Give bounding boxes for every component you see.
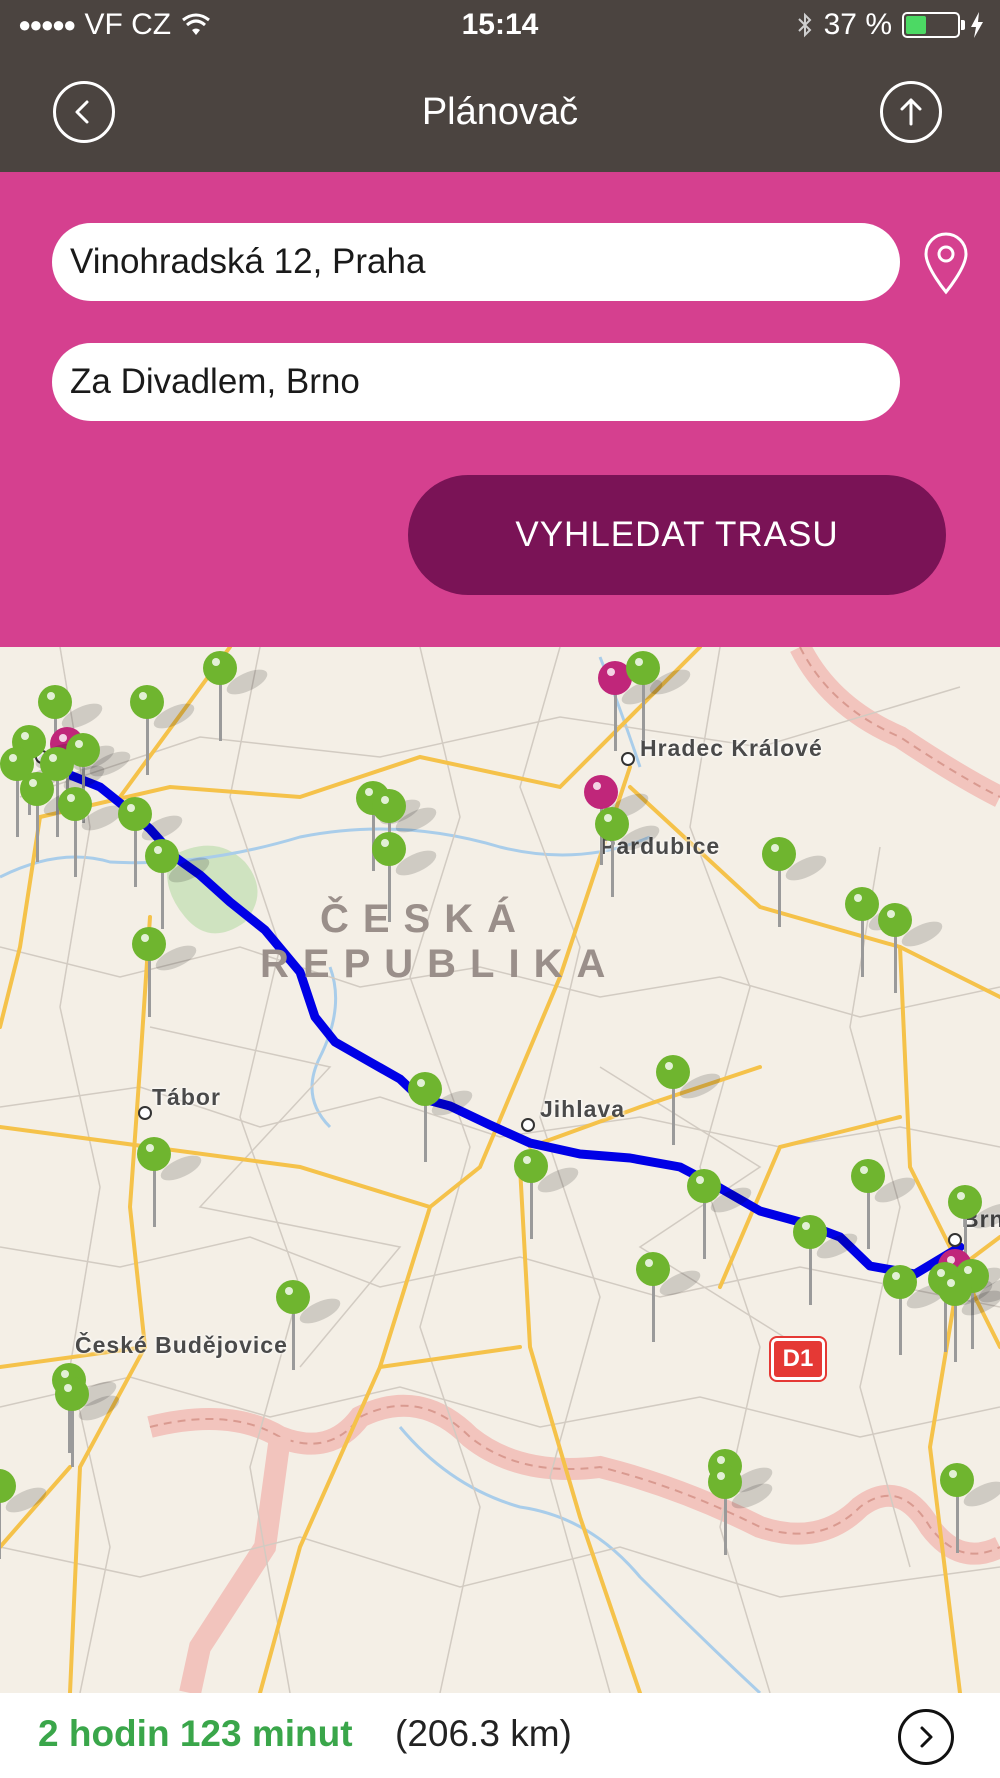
battery-icon [902, 12, 965, 38]
map-pin[interactable] [203, 651, 271, 741]
map-pin[interactable] [762, 837, 830, 927]
map-pin[interactable] [883, 1265, 951, 1355]
destination-input[interactable]: Za Divadlem, Brno [52, 343, 900, 421]
city-label-hradec: Hradec Králové [640, 735, 823, 761]
highway-badge: D1 [771, 1338, 825, 1380]
route-duration: 2 hodin 123 minut [38, 1713, 353, 1754]
city-label-tabor: Tábor [152, 1084, 221, 1110]
charging-icon [971, 12, 983, 38]
route-distance: (206.3 km) [395, 1713, 572, 1754]
map-pin[interactable] [687, 1169, 755, 1259]
map-pin[interactable] [878, 903, 946, 993]
route-summary: 2 hodin 123 minut (206.3 km) [0, 1693, 1000, 1778]
battery-percent: 37 % [823, 8, 892, 41]
map-pin[interactable] [408, 1072, 476, 1162]
map-pin[interactable] [276, 1280, 344, 1370]
map-pin[interactable] [656, 1055, 724, 1145]
map-pin[interactable] [372, 832, 440, 922]
nav-bar: Plánovač [0, 55, 1000, 172]
map-pin[interactable] [0, 1469, 50, 1559]
map-pin[interactable] [626, 651, 694, 741]
route-detail-button[interactable] [898, 1709, 954, 1765]
map-pin[interactable] [20, 772, 88, 862]
route-planner-panel: Vinohradská 12, Praha Za Divadlem, Brno … [0, 172, 1000, 647]
country-label: ČESKÁ REPUBLIKA [260, 897, 620, 987]
chevron-right-icon [920, 1726, 933, 1748]
share-button[interactable] [880, 81, 942, 143]
map-pin[interactable] [514, 1149, 582, 1239]
map-pin[interactable] [636, 1252, 704, 1342]
status-bar: ●●●●● VF CZ 15:14 37 % [0, 0, 1000, 55]
map-view[interactable]: Hradec Králové Pardubice Tábor Jihlava Č… [0, 647, 1000, 1693]
map-pin[interactable] [793, 1215, 861, 1305]
map-pin[interactable] [940, 1463, 1000, 1553]
country-label-line2: REPUBLIKA [260, 942, 620, 986]
map-pin[interactable] [137, 1137, 205, 1227]
bluetooth-icon [797, 12, 812, 38]
map-pin[interactable] [132, 927, 200, 1017]
city-label-jihlava: Jihlava [540, 1096, 625, 1122]
location-pin-icon[interactable] [918, 230, 974, 296]
map-pin[interactable] [130, 685, 198, 775]
map-pin[interactable] [708, 1465, 776, 1555]
map-pin[interactable] [145, 839, 213, 929]
country-label-line1: ČESKÁ [319, 897, 531, 941]
arrow-up-icon [900, 98, 922, 126]
map-pin[interactable] [938, 1272, 1000, 1362]
search-route-button[interactable]: VYHLEDAT TRASU [408, 475, 946, 595]
city-label-budejovice: České Budějovice [75, 1332, 288, 1358]
page-title: Plánovač [421, 91, 579, 133]
map-pin[interactable] [55, 1377, 123, 1467]
map-pin[interactable] [58, 787, 126, 877]
map-pin[interactable] [595, 807, 663, 897]
map-pin[interactable] [845, 887, 913, 977]
status-right: 37 % [796, 8, 984, 42]
origin-input[interactable]: Vinohradská 12, Praha [52, 223, 900, 301]
